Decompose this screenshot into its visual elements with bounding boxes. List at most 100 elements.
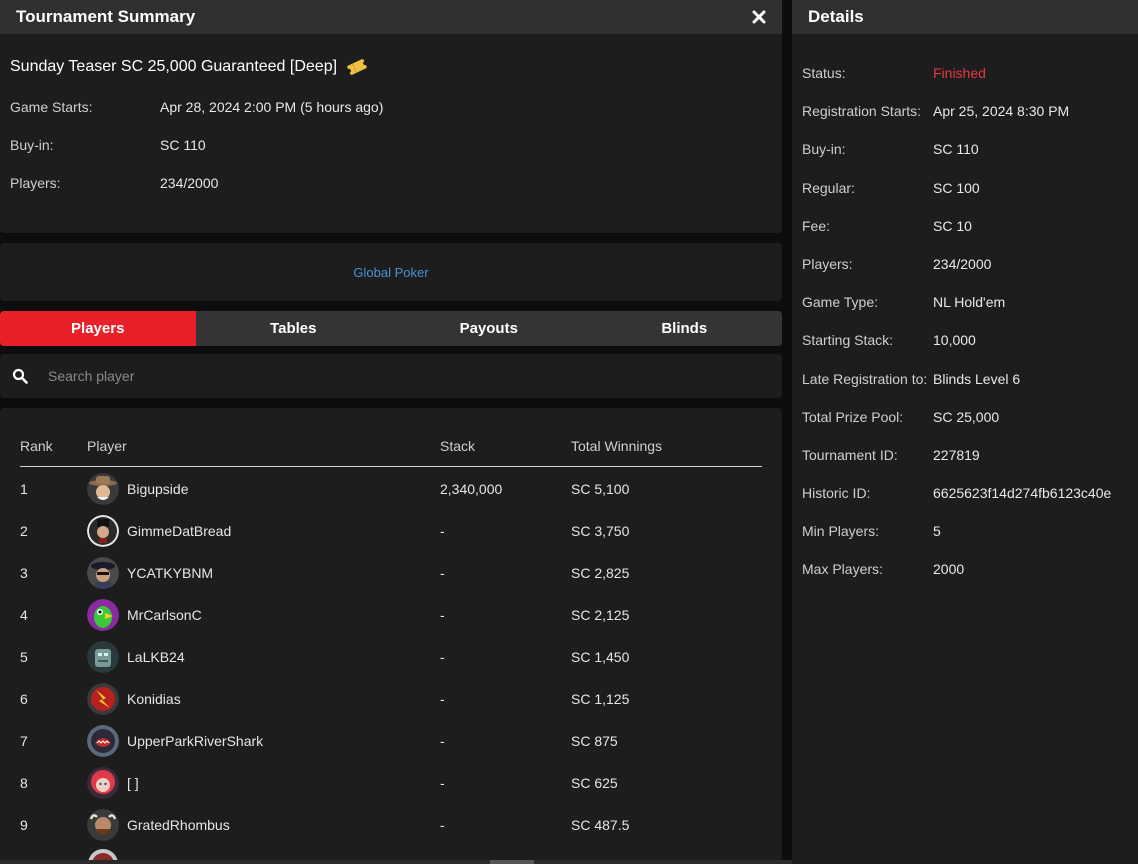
row-rank: 1: [20, 481, 28, 497]
row-stack: -: [440, 817, 445, 833]
row-winnings: SC 875: [571, 733, 618, 749]
detail-row-tournament-id: Tournament ID: 227819: [802, 447, 980, 463]
tournament-panel: Tournament Summary Sunday Teaser SC 25,0…: [0, 0, 792, 864]
row-player-name[interactable]: Konidias: [127, 691, 181, 707]
summary-value: SC 110: [160, 137, 206, 153]
tournament-summary-card: Tournament Summary Sunday Teaser SC 25,0…: [0, 0, 782, 233]
tab-blinds[interactable]: Blinds: [587, 311, 783, 346]
row-winnings: SC 5,100: [571, 481, 630, 497]
row-winnings: SC 487.5: [571, 817, 630, 833]
detail-value: 6625623f14d274fb6123c40e: [933, 485, 1112, 501]
row-stack: -: [440, 775, 445, 791]
tab-bar: Players Tables Payouts Blinds: [0, 311, 782, 346]
detail-value: SC 100: [933, 180, 980, 196]
row-rank: 3: [20, 565, 28, 581]
detail-row-status: Status: Finished: [802, 65, 986, 81]
detail-label: Buy-in:: [802, 141, 846, 157]
close-icon[interactable]: [750, 8, 768, 26]
detail-label: Historic ID:: [802, 485, 871, 501]
header-player[interactable]: Player: [87, 438, 440, 466]
tournament-name-text: Sunday Teaser SC 25,000 Guaranteed [Deep…: [10, 58, 338, 75]
tab-payouts[interactable]: Payouts: [391, 311, 587, 346]
row-stack: -: [440, 691, 445, 707]
summary-header: Tournament Summary: [0, 0, 782, 34]
detail-label: Status:: [802, 65, 846, 81]
details-panel: Details Status: Finished Registration St…: [792, 0, 1138, 864]
row-player-name[interactable]: LaLKB24: [127, 649, 185, 665]
table-row[interactable]: 5 LaLKB24 - SC 1,450: [20, 636, 762, 678]
detail-label: Min Players:: [802, 523, 880, 539]
detail-row-min-players: Min Players: 5: [802, 523, 941, 539]
detail-row-historic-id: Historic ID: 6625623f14d274fb6123c40e: [802, 485, 1111, 501]
summary-row-buy-in: Buy-in: SC 110: [10, 137, 206, 153]
row-stack: -: [440, 607, 445, 623]
row-winnings: SC 2,125: [571, 607, 630, 623]
detail-row-starting-stack: Starting Stack: 10,000: [802, 332, 976, 348]
ticket-icon: [346, 59, 368, 75]
players-table: Rank Player Stack Total Winnings 1 Bigup…: [0, 408, 782, 864]
tab-tables[interactable]: Tables: [196, 311, 392, 346]
detail-row-registration-starts: Registration Starts: Apr 25, 2024 8:30 P…: [802, 103, 1069, 119]
status-badge: Finished: [933, 65, 986, 81]
detail-label: Max Players:: [802, 561, 883, 577]
detail-row-game-type: Game Type: NL Hold'em: [802, 294, 1005, 310]
detail-label: Late Registration to:: [802, 371, 928, 387]
table-row[interactable]: 6 Konidias - SC 1,125: [20, 678, 762, 720]
detail-row-max-players: Max Players: 2000: [802, 561, 964, 577]
cowboy-avatar: [87, 473, 119, 505]
row-player-name[interactable]: GratedRhombus: [127, 817, 230, 833]
tournament-name: Sunday Teaser SC 25,000 Guaranteed [Deep…: [10, 57, 369, 77]
detail-label: Registration Starts:: [802, 103, 922, 119]
row-rank: 2: [20, 523, 28, 539]
table-row[interactable]: 1 Bigupside 2,340,000 SC 5,100: [20, 468, 762, 510]
detail-value: Blinds Level 6: [933, 371, 1021, 387]
detail-row-regular: Regular: SC 100: [802, 180, 980, 196]
row-rank: 9: [20, 817, 28, 833]
summary-title: Tournament Summary: [16, 7, 196, 26]
site-card: Global Poker: [0, 243, 782, 301]
detail-label: Players:: [802, 256, 853, 272]
detail-value: 5: [933, 523, 941, 539]
scrollbar-thumb[interactable]: [490, 860, 534, 864]
redhead-avatar: [87, 767, 119, 799]
shark-avatar: [87, 725, 119, 757]
table-row[interactable]: 2 GimmeDatBread - SC 3,750: [20, 510, 762, 552]
search-icon: [12, 368, 28, 384]
detail-label: Starting Stack:: [802, 332, 894, 348]
header-winnings[interactable]: Total Winnings: [571, 438, 762, 466]
detail-value: SC 110: [933, 141, 979, 157]
summary-label: Players:: [10, 175, 61, 191]
summary-label: Game Starts:: [10, 99, 93, 115]
header-rank[interactable]: Rank: [20, 438, 87, 466]
detail-row-fee: Fee: SC 10: [802, 218, 972, 234]
table-row[interactable]: 4 MrCarlsonC - SC 2,125: [20, 594, 762, 636]
search-input[interactable]: [48, 368, 648, 384]
detail-value: SC 10: [933, 218, 972, 234]
row-stack: -: [440, 565, 445, 581]
table-row[interactable]: 8 [ ] - SC 625: [20, 762, 762, 804]
row-player-name[interactable]: [ ]: [127, 775, 139, 791]
parrot-avatar: [87, 599, 119, 631]
row-player-name[interactable]: YCATKYBNM: [127, 565, 213, 581]
row-rank: 4: [20, 607, 28, 623]
table-row[interactable]: 7 UpperParkRiverShark - SC 875: [20, 720, 762, 762]
row-player-name[interactable]: Bigupside: [127, 481, 189, 497]
table-row[interactable]: 9 GratedRhombus - SC 487.5: [20, 804, 762, 846]
gentleman-avatar: [87, 515, 119, 547]
row-rank: 5: [20, 649, 28, 665]
row-player-name[interactable]: UpperParkRiverShark: [127, 733, 263, 749]
details-title: Details: [792, 0, 1138, 34]
detail-label: Game Type:: [802, 294, 879, 310]
row-player-name[interactable]: GimmeDatBread: [127, 523, 231, 539]
lightning-avatar: [87, 683, 119, 715]
horizontal-scrollbar[interactable]: [0, 860, 792, 864]
detail-row-total-prize-pool: Total Prize Pool: SC 25,000: [802, 409, 999, 425]
row-stack: -: [440, 523, 445, 539]
tab-players[interactable]: Players: [0, 311, 196, 346]
global-poker-link[interactable]: Global Poker: [353, 265, 428, 280]
header-stack[interactable]: Stack: [440, 438, 571, 466]
row-player-name[interactable]: MrCarlsonC: [127, 607, 202, 623]
table-row[interactable]: 3 YCATKYBNM - SC 2,825: [20, 552, 762, 594]
detail-value: 227819: [933, 447, 980, 463]
detail-label: Tournament ID:: [802, 447, 898, 463]
